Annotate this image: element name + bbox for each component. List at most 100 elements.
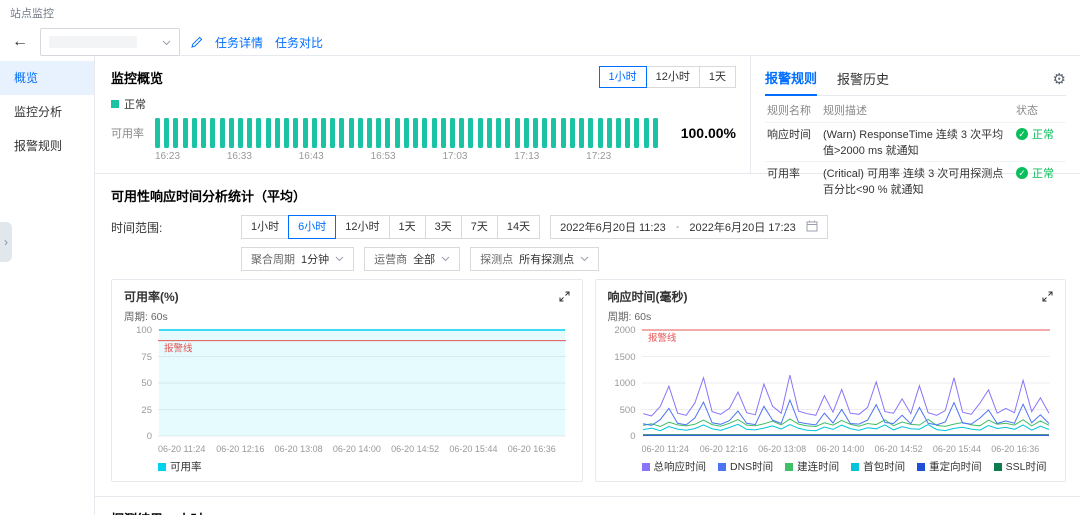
- gear-icon[interactable]: ⚙: [1053, 72, 1066, 87]
- range-1d[interactable]: 1天: [389, 215, 426, 239]
- top-bar: 站点监控 ← 任务详情 任务对比: [0, 0, 1080, 55]
- range-6h[interactable]: 6小时: [288, 215, 336, 239]
- availability-bars: [155, 118, 658, 148]
- range-3d[interactable]: 3天: [425, 215, 462, 239]
- legend-item[interactable]: SSL时间: [994, 459, 1047, 474]
- range-14d[interactable]: 14天: [497, 215, 540, 239]
- legend-item[interactable]: 可用率: [158, 459, 202, 474]
- table-row[interactable]: 可用率 (Critical) 可用率 连续 3 次可用探测点百分比<90 % 就…: [765, 162, 1066, 201]
- availability-bar: [164, 118, 169, 148]
- availability-bar: [496, 118, 501, 148]
- y-tick-label: 0: [147, 432, 152, 442]
- tab-alarm-history[interactable]: 报警历史: [837, 65, 889, 95]
- check-icon: ✓: [1016, 128, 1028, 140]
- range-button-1d[interactable]: 1天: [699, 66, 736, 88]
- sidebar-item-analysis[interactable]: 监控分析: [0, 95, 94, 129]
- x-tick-label: 16:43: [299, 151, 371, 162]
- availability-chart-card: 可用率(%) 周期: 60s 0255075100报警线06-20 11:240…: [111, 279, 583, 482]
- x-tick-label: 16:23: [155, 151, 227, 162]
- availability-bar: [192, 118, 197, 148]
- chart-period: 周期: 60s: [608, 309, 1054, 324]
- sidebar-item-overview[interactable]: 概览: [0, 61, 94, 95]
- overview-x-axis: 16:23 16:33 16:43 16:53 17:03 17:13 17:2…: [111, 151, 736, 162]
- status-badge: ✓正常: [1016, 126, 1064, 142]
- aggregation-period-select[interactable]: 聚合周期 1分钟: [241, 247, 354, 271]
- availability-bar: [459, 118, 464, 148]
- y-tick-label: 50: [141, 379, 152, 389]
- availability-bar: [450, 118, 455, 148]
- availability-bar: [238, 118, 243, 148]
- response-time-line-chart: 0500100015002000报警线06-20 11:2406-20 12:1…: [608, 327, 1054, 474]
- x-tick-label: 06-20 14:00: [333, 444, 391, 454]
- legend-item[interactable]: 建连时间: [785, 459, 839, 474]
- sidebar-collapse-handle[interactable]: ›: [0, 222, 12, 262]
- column-header: 规则描述: [821, 98, 1014, 123]
- overview-range-group: 1小时 12小时 1天: [599, 66, 737, 88]
- check-icon: ✓: [1016, 167, 1028, 179]
- legend-item[interactable]: 总响应时间: [642, 459, 707, 474]
- availability-bar: [155, 118, 160, 148]
- chart-title: 可用率(%): [124, 288, 179, 305]
- date-start: 2022年6月20日 11:23: [560, 219, 666, 235]
- legend-item[interactable]: 首包时间: [851, 459, 905, 474]
- availability-bar: [441, 118, 446, 148]
- task-select[interactable]: [40, 28, 180, 56]
- availability-bar: [256, 118, 261, 148]
- x-tick-label: 06-20 11:24: [158, 444, 216, 454]
- range-7d[interactable]: 7天: [461, 215, 498, 239]
- expand-icon[interactable]: [559, 291, 570, 302]
- status-badge: ✓正常: [1016, 165, 1064, 181]
- chevron-down-icon: [335, 253, 344, 265]
- rule-name: 响应时间: [765, 123, 821, 162]
- tab-alarm-rules[interactable]: 报警规则: [765, 64, 817, 96]
- availability-bar: [385, 118, 390, 148]
- x-tick-label: 06-20 13:08: [758, 444, 816, 454]
- y-tick-label: 100: [136, 326, 152, 336]
- task-detail-link[interactable]: 任务详情: [215, 34, 263, 51]
- alarm-rules-panel: 报警规则 报警历史 ⚙ 规则名称 规则描述 状态 响应时间: [750, 56, 1080, 173]
- table-row[interactable]: 响应时间 (Warn) ResponseTime 连续 3 次平均值>2000 …: [765, 123, 1066, 162]
- availability-bar: [422, 118, 427, 148]
- y-tick-label: 1000: [614, 379, 635, 389]
- time-range-label: 时间范围:: [111, 219, 241, 236]
- probe-results-title: 探测结果 6 小时: [111, 509, 1080, 515]
- task-select-value: [49, 36, 137, 48]
- column-header: 状态: [1014, 98, 1066, 123]
- availability-bar: [220, 118, 225, 148]
- probe-point-select[interactable]: 探测点 所有探测点: [470, 247, 599, 271]
- availability-bar: [358, 118, 363, 148]
- breadcrumb: 站点监控: [10, 5, 1080, 21]
- range-12h[interactable]: 12小时: [335, 215, 389, 239]
- task-compare-link[interactable]: 任务对比: [275, 34, 323, 51]
- x-tick-label: 17:13: [514, 151, 586, 162]
- expand-icon[interactable]: [1042, 291, 1053, 302]
- page-layout: 概览 监控分析 报警规则 监控概览 1小时 12小时 1天 正常: [0, 55, 1080, 515]
- availability-bar: [432, 118, 437, 148]
- sidebar-item-alarm-rules[interactable]: 报警规则: [0, 129, 94, 163]
- range-button-1h[interactable]: 1小时: [599, 66, 647, 88]
- rule-desc: (Warn) ResponseTime 连续 3 次平均值>2000 ms 就通…: [821, 123, 1014, 162]
- x-tick-label: 06-20 16:36: [991, 444, 1049, 454]
- availability-bar: [616, 118, 621, 148]
- legend-item[interactable]: DNS时间: [718, 459, 773, 474]
- response-time-chart-card: 响应时间(毫秒) 周期: 60s 0500100015002000报警线06-2…: [595, 279, 1067, 482]
- availability-bar: [478, 118, 483, 148]
- monitor-overview-panel: 监控概览 1小时 12小时 1天 正常 可用率 100.00%: [95, 56, 750, 173]
- carrier-select[interactable]: 运营商 全部: [364, 247, 460, 271]
- availability-bar: [275, 118, 280, 148]
- range-1h[interactable]: 1小时: [241, 215, 289, 239]
- range-button-12h[interactable]: 12小时: [646, 66, 700, 88]
- main-content: 监控概览 1小时 12小时 1天 正常 可用率 100.00%: [95, 55, 1080, 515]
- availability-bar: [321, 118, 326, 148]
- date-range-picker[interactable]: 2022年6月20日 11:23 - 2022年6月20日 17:23: [550, 215, 828, 239]
- availability-bar: [625, 118, 630, 148]
- x-tick-label: 06-20 15:44: [449, 444, 507, 454]
- availability-bar: [551, 118, 556, 148]
- analysis-section: 可用性响应时间分析统计（平均） 时间范围: 1小时 6小时 12小时 1天 3天…: [95, 174, 1080, 482]
- back-button[interactable]: ←: [10, 34, 30, 50]
- availability-bar: [183, 118, 188, 148]
- availability-bar: [413, 118, 418, 148]
- x-tick-label: 06-20 14:00: [816, 444, 874, 454]
- availability-bar: [284, 118, 289, 148]
- legend-item[interactable]: 重定向时间: [917, 459, 982, 474]
